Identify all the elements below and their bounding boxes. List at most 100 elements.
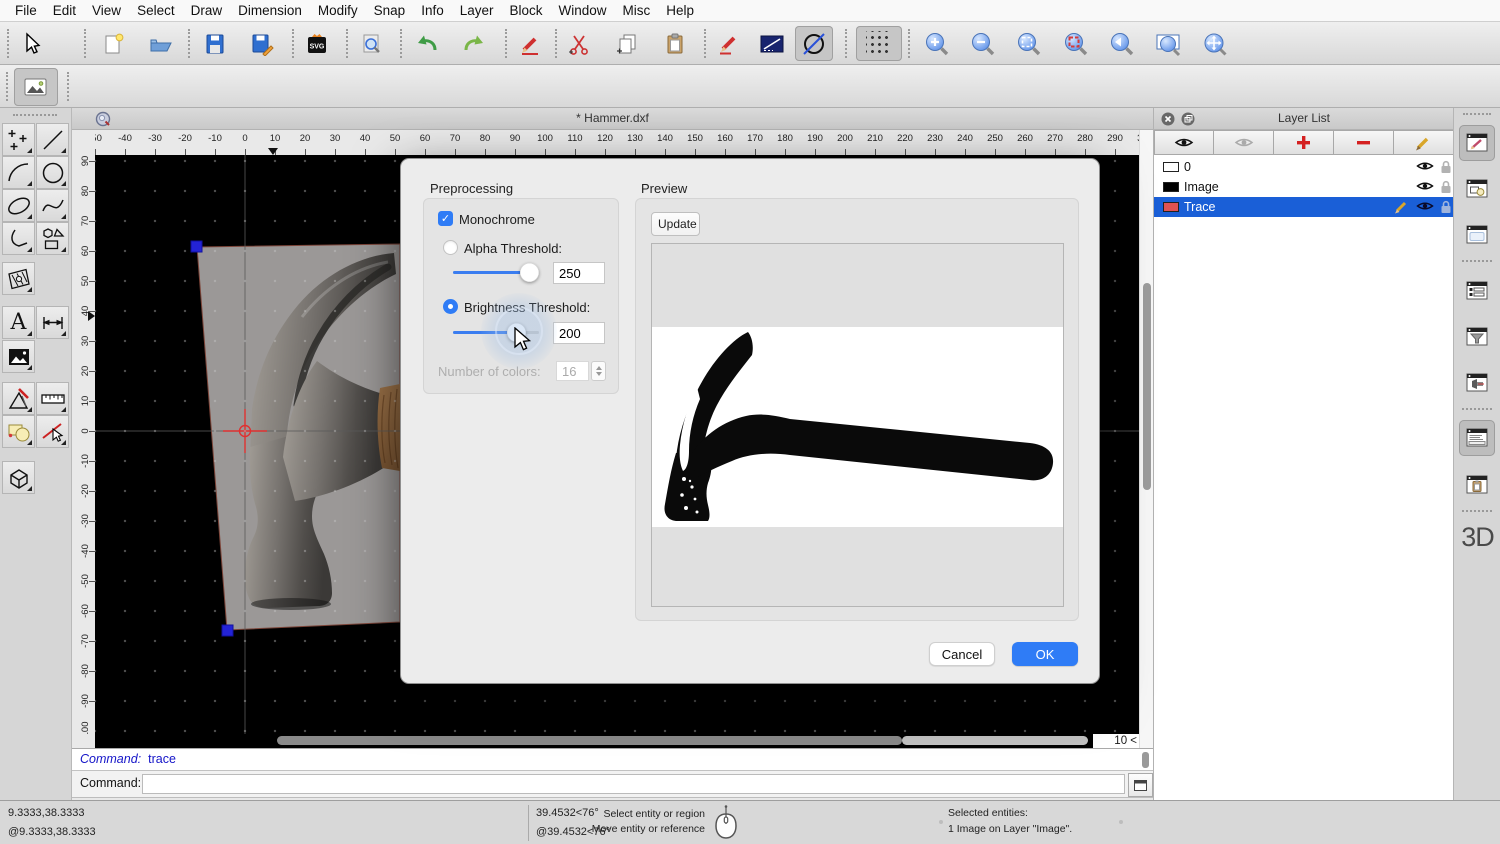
selection-handle[interactable] — [222, 625, 233, 636]
menu-item[interactable]: Edit — [53, 3, 76, 18]
line-tool[interactable] — [36, 123, 69, 156]
paste-button[interactable] — [656, 26, 694, 61]
zoom-out-button[interactable] — [964, 26, 1002, 61]
command-line-toggle[interactable] — [1459, 420, 1495, 456]
save-button[interactable] — [196, 26, 234, 61]
edit-layer-button[interactable] — [1394, 130, 1454, 155]
layer-visible-icon[interactable] — [1416, 180, 1434, 195]
brightness-threshold-radio[interactable] — [443, 299, 458, 314]
menu-item[interactable]: Help — [666, 3, 694, 18]
layer-row-image[interactable]: Image — [1154, 177, 1454, 197]
alpha-threshold-input[interactable] — [553, 262, 605, 284]
edit-pencil-button[interactable] — [511, 26, 549, 61]
vertical-scrollbar[interactable] — [1139, 130, 1153, 748]
insert-image-button[interactable] — [14, 68, 58, 106]
menu-item[interactable]: View — [92, 3, 121, 18]
block-list-toggle[interactable] — [1459, 171, 1495, 207]
alpha-slider-handle[interactable] — [520, 263, 539, 282]
menu-item[interactable]: Dimension — [238, 3, 302, 18]
polyline-tool[interactable] — [2, 222, 35, 255]
arc-tool[interactable] — [2, 156, 35, 189]
image-tool[interactable] — [2, 340, 35, 373]
brightness-threshold-input[interactable] — [553, 322, 605, 344]
open-file-button[interactable] — [141, 26, 179, 61]
horizontal-scrollbar-track[interactable] — [902, 736, 1088, 745]
menu-item[interactable]: Layer — [460, 3, 494, 18]
menu-item[interactable]: Misc — [623, 3, 651, 18]
draw-pencil-button[interactable] — [710, 26, 748, 61]
cut-button[interactable] — [560, 26, 598, 61]
layer-lock-icon[interactable] — [1440, 200, 1452, 217]
horizontal-scrollbar[interactable] — [95, 734, 1093, 748]
menu-item[interactable]: Modify — [318, 3, 358, 18]
zoom-pan-button[interactable] — [1196, 26, 1234, 61]
hammer-photo[interactable] — [197, 244, 400, 630]
close-icon[interactable] — [1161, 112, 1175, 129]
save-as-button[interactable] — [243, 26, 281, 61]
menu-item[interactable]: Snap — [374, 3, 406, 18]
dimension-tool[interactable] — [36, 306, 69, 339]
toolbar-drag-handle[interactable] — [13, 114, 57, 116]
layer-lock-icon[interactable] — [1440, 180, 1452, 197]
3d-dock-label[interactable]: 3D — [1454, 522, 1500, 553]
select-entity-tool[interactable] — [36, 415, 69, 448]
library-browser-toggle[interactable] — [1459, 365, 1495, 401]
modify-tool[interactable] — [2, 382, 35, 415]
svg-export-button[interactable]: SVG — [298, 26, 336, 61]
vertical-scrollbar-thumb[interactable] — [1143, 283, 1151, 490]
selection-filter-toggle[interactable] — [1459, 319, 1495, 355]
shape-tool[interactable] — [36, 222, 69, 255]
layer-row-0[interactable]: 0 — [1154, 157, 1454, 177]
block-tool[interactable] — [2, 415, 35, 448]
measure-tool[interactable] — [36, 382, 69, 415]
property-editor-toggle[interactable] — [1459, 125, 1495, 161]
menu-item[interactable]: Block — [510, 3, 543, 18]
dock-drag-handle[interactable] — [1463, 113, 1491, 115]
zoom-auto-button[interactable] — [1010, 26, 1048, 61]
zoom-selection-button[interactable] — [1057, 26, 1095, 61]
select-arrow-button[interactable] — [12, 26, 50, 61]
horizontal-scrollbar-thumb[interactable] — [277, 736, 902, 745]
monochrome-checkbox[interactable]: ✓ — [438, 211, 453, 226]
hide-all-layers-button[interactable] — [1214, 130, 1274, 155]
solid-tool[interactable] — [2, 461, 35, 494]
command-history-scrollbar-thumb[interactable] — [1142, 752, 1149, 768]
zoom-window-button[interactable] — [1150, 26, 1188, 61]
layer-visible-icon[interactable] — [1416, 200, 1434, 215]
spline-tool[interactable] — [36, 189, 69, 222]
layer-lock-icon[interactable] — [1440, 160, 1452, 177]
copy-button[interactable] — [608, 26, 646, 61]
remove-layer-button[interactable] — [1334, 130, 1394, 155]
points-tool[interactable] — [2, 123, 35, 156]
number-of-colors-input[interactable] — [556, 361, 589, 381]
circle-tool[interactable] — [36, 156, 69, 189]
text-tool[interactable]: A — [2, 306, 35, 339]
hatch-tool[interactable] — [2, 262, 35, 295]
trim-tool-button[interactable] — [795, 26, 833, 61]
number-of-colors-stepper[interactable] — [591, 361, 606, 381]
layer-row-trace[interactable]: Trace — [1154, 197, 1454, 217]
menu-item[interactable]: Info — [421, 3, 444, 18]
layer-visible-icon[interactable] — [1416, 160, 1434, 175]
menu-item[interactable]: File — [15, 3, 37, 18]
add-layer-button[interactable] — [1274, 130, 1334, 155]
ok-button[interactable]: OK — [1012, 642, 1078, 666]
new-file-button[interactable] — [94, 26, 132, 61]
selection-handle[interactable] — [191, 241, 202, 252]
command-input[interactable] — [142, 774, 1125, 794]
clipboard-panel-toggle[interactable] — [1459, 467, 1495, 503]
menu-item[interactable]: Window — [559, 3, 607, 18]
redo-button[interactable] — [455, 26, 493, 61]
grid-toggle-button[interactable] — [856, 26, 902, 61]
undo-button[interactable] — [408, 26, 446, 61]
ellipse-tool[interactable] — [2, 189, 35, 222]
zoom-previous-button[interactable] — [1103, 26, 1141, 61]
cancel-button[interactable]: Cancel — [929, 642, 995, 666]
zoom-in-button[interactable] — [918, 26, 956, 61]
float-panel-icon[interactable] — [1181, 112, 1195, 129]
print-preview-button[interactable] — [352, 26, 390, 61]
alpha-threshold-radio[interactable] — [443, 240, 458, 255]
show-all-layers-button[interactable] — [1154, 130, 1214, 155]
command-window-toggle-button[interactable] — [1128, 773, 1153, 797]
layer-edit-pencil-icon[interactable] — [1394, 200, 1410, 217]
